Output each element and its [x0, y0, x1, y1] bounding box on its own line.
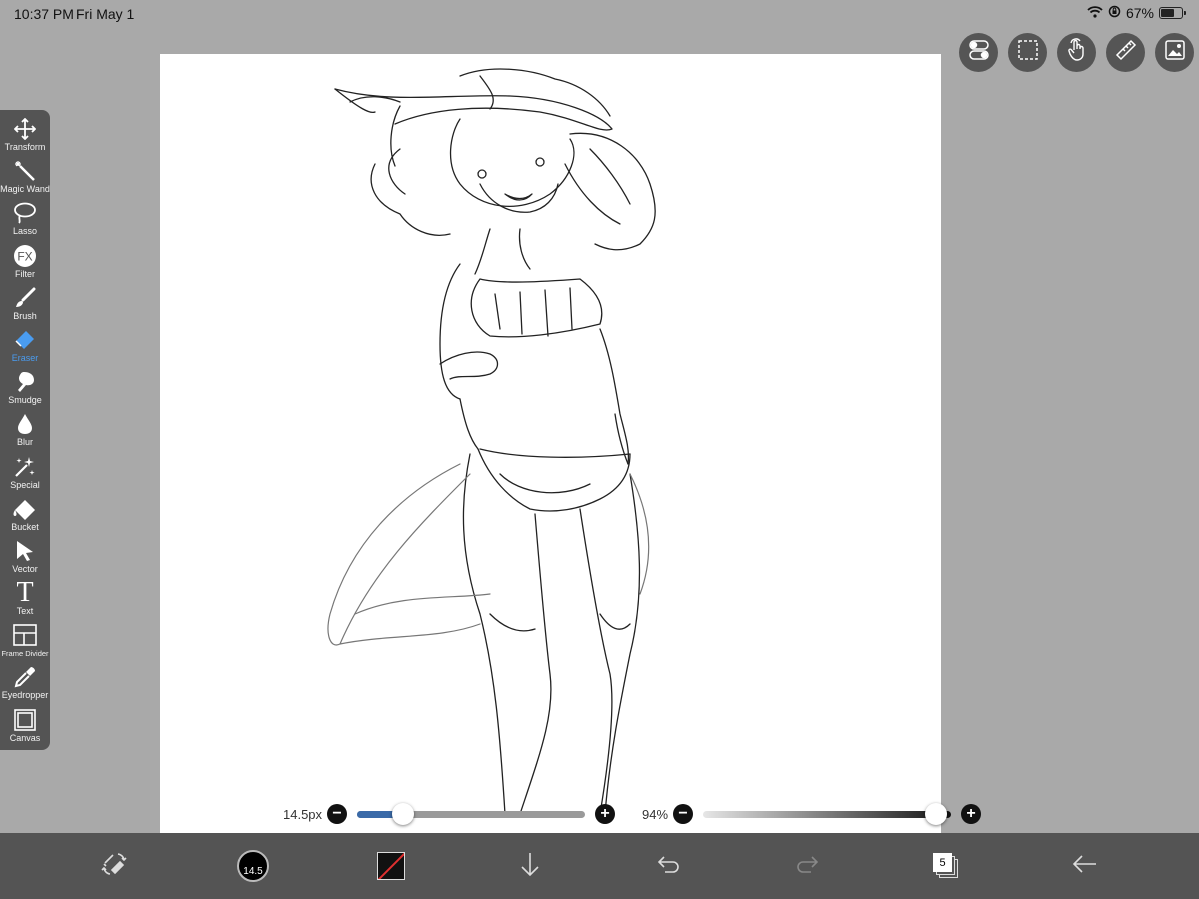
sketch-drawing [327, 68, 656, 815]
toggle-settings-icon [968, 39, 990, 66]
undo-button[interactable] [656, 833, 682, 899]
swap-brush-eraser-button[interactable] [98, 833, 130, 899]
selection-button[interactable] [1008, 33, 1047, 72]
tool-label: Filter [15, 268, 35, 279]
magic-wand-icon [12, 158, 38, 184]
material-button[interactable] [1155, 33, 1194, 72]
opacity-thumb[interactable] [925, 802, 948, 825]
redo-icon [795, 853, 819, 880]
back-arrow-icon [1072, 854, 1098, 879]
tool-bucket[interactable]: Bucket [0, 496, 50, 538]
tool-label: Eraser [11, 352, 39, 363]
layers-button[interactable]: 5 [932, 833, 960, 899]
brush-size-slider: 14.5px − + [283, 800, 616, 828]
tool-label: Lasso [12, 226, 38, 237]
tool-label: Magic Wand [0, 184, 50, 195]
tool-label: Vector [12, 563, 38, 574]
tool-label: Canvas [9, 732, 41, 743]
tool-vector[interactable]: Vector [0, 538, 50, 580]
swap-brush-eraser-icon [101, 851, 127, 882]
tool-label: Brush [13, 310, 37, 321]
smudge-icon [12, 369, 38, 395]
tool-label: Bucket [11, 521, 39, 532]
drop-icon [12, 411, 38, 437]
canvas-icon [12, 707, 38, 733]
tool-magic-wand[interactable]: Magic Wand [0, 158, 50, 200]
tool-smudge[interactable]: Smudge [0, 369, 50, 411]
touch-gesture-button[interactable] [1057, 33, 1096, 72]
pointer-arrow-icon [12, 538, 38, 564]
eraser-icon [12, 327, 38, 353]
sparkle-wand-icon [12, 454, 38, 480]
toggle-settings-button[interactable] [959, 33, 998, 72]
tool-special[interactable]: Special [0, 454, 50, 496]
frame-divider-icon [12, 622, 38, 648]
selection-icon [1017, 39, 1039, 66]
tool-text[interactable]: T Text [0, 577, 50, 622]
brush-size-disc: 14.5 [237, 850, 269, 882]
download-arrow-icon [519, 851, 541, 882]
drawing-canvas[interactable] [160, 54, 941, 833]
tool-transform[interactable]: Transform [0, 116, 50, 158]
svg-text:FX: FX [17, 249, 32, 263]
tool-eraser[interactable]: Eraser [0, 327, 50, 369]
battery-percent: 67% [1125, 5, 1154, 21]
brush-size-decrease-button[interactable]: − [327, 804, 348, 824]
top-toolbar [959, 33, 1199, 73]
bucket-icon [12, 496, 38, 522]
tool-palette: Transform Magic Wand Lasso FX Filter Bru… [0, 110, 50, 750]
eyedropper-icon [12, 664, 38, 690]
tool-brush[interactable]: Brush [0, 285, 50, 327]
status-indicators: 67% [1087, 5, 1186, 21]
tool-lasso[interactable]: Lasso [0, 200, 50, 242]
lasso-icon [12, 200, 38, 226]
brush-size-disc-button[interactable]: 14.5 [236, 833, 270, 899]
tool-canvas[interactable]: Canvas [0, 707, 50, 749]
status-bar: 10:37 PM Fri May 1 67% [0, 0, 1199, 28]
status-time: 10:37 PM [14, 6, 74, 22]
tool-label: Frame Divider [1, 649, 49, 659]
back-button[interactable] [1071, 833, 1099, 899]
text-icon: T [16, 577, 34, 609]
tool-label: Transform [4, 142, 46, 152]
opacity-decrease-button[interactable]: − [673, 804, 694, 824]
undo-icon [657, 853, 681, 880]
tool-label: Special [10, 479, 40, 490]
bottom-toolbar: 14.5 5 [0, 833, 1199, 899]
status-date: Fri May 1 [76, 6, 135, 22]
download-button[interactable] [518, 833, 542, 899]
tool-eyedropper[interactable]: Eyedropper [0, 664, 50, 706]
opacity-slider: 94% − + [642, 800, 982, 828]
tool-label: Eyedropper [1, 690, 49, 701]
opacity-value: 94% [642, 806, 669, 822]
material-image-icon [1164, 39, 1186, 66]
layers-count: 5 [933, 853, 952, 872]
tool-filter[interactable]: FX Filter [0, 243, 50, 285]
brush-size-track[interactable] [357, 802, 586, 825]
tool-label: Blur [16, 437, 33, 448]
ruler-icon [1115, 39, 1137, 66]
opacity-track[interactable] [703, 802, 952, 825]
brush-size-thumb[interactable] [391, 802, 414, 825]
tool-label: Text [16, 606, 34, 617]
fx-icon: FX [12, 243, 38, 269]
battery-icon [1159, 7, 1186, 19]
redo-button[interactable] [794, 833, 820, 899]
color-swatch-button[interactable] [376, 833, 406, 899]
brush-size-value: 14.5px [283, 806, 323, 822]
color-swatch [377, 852, 405, 880]
tool-blur[interactable]: Blur [0, 411, 50, 453]
tool-frame-divider[interactable]: Frame Divider [0, 622, 50, 664]
brush-size-increase-button[interactable]: + [595, 804, 616, 824]
wifi-icon [1087, 5, 1103, 21]
opacity-increase-button[interactable]: + [961, 804, 982, 824]
ruler-button[interactable] [1106, 33, 1145, 72]
layers-icon: 5 [933, 853, 959, 879]
tool-label: Smudge [8, 395, 42, 406]
touch-gesture-icon [1066, 38, 1088, 67]
move-arrows-icon [12, 116, 38, 142]
orientation-lock-icon [1108, 5, 1121, 21]
brush-icon [12, 285, 38, 311]
